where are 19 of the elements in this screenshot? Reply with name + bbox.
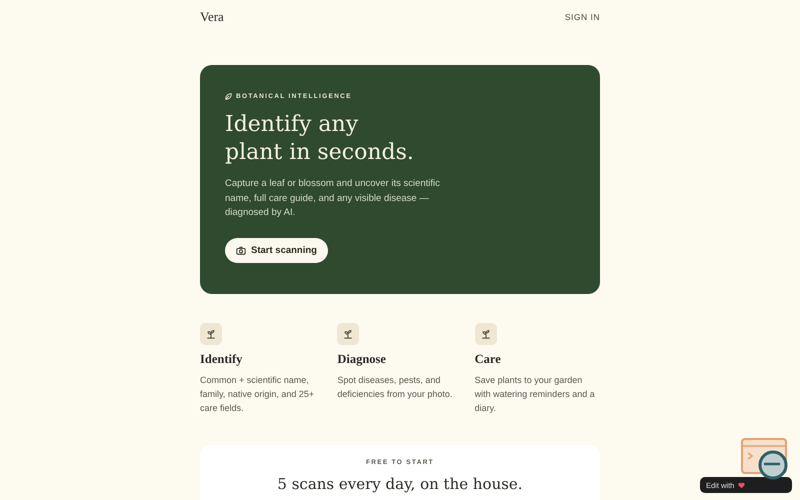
heart-logo-icon xyxy=(738,482,746,488)
widget-drawing[interactable] xyxy=(740,437,790,481)
pricing-headline: 5 scans every day, on the house. xyxy=(276,475,524,493)
brand-logo[interactable]: Vera xyxy=(200,9,224,25)
feature-title: Diagnose xyxy=(337,352,387,367)
feature-description: Common + scientific name, family, native origin, and 25+ care fields. xyxy=(200,374,316,415)
camera-icon xyxy=(236,246,246,254)
feature-title: Care xyxy=(474,352,502,367)
hero-description: Capture a leaf or blossom and uncover its scientific name, full care guide, and any visible disease — diagnosed by AI. xyxy=(225,177,441,220)
sprout-icon xyxy=(343,329,354,339)
sprout-icon xyxy=(480,329,491,339)
sign-in-link[interactable]: SIGN IN xyxy=(564,12,600,22)
feature-description: Save plants to your garden with watering reminders and a diary. xyxy=(474,374,596,415)
feature-title: Identify xyxy=(200,352,244,367)
leaf-icon xyxy=(225,93,232,100)
feature-description: Spot diseases, pests, and deficiencies from your photo. xyxy=(337,374,454,401)
hero-title: Identify any plant in seconds. xyxy=(225,111,415,167)
sprout-icon xyxy=(206,329,216,339)
start-scanning-button[interactable]: Start scanning xyxy=(225,238,328,262)
